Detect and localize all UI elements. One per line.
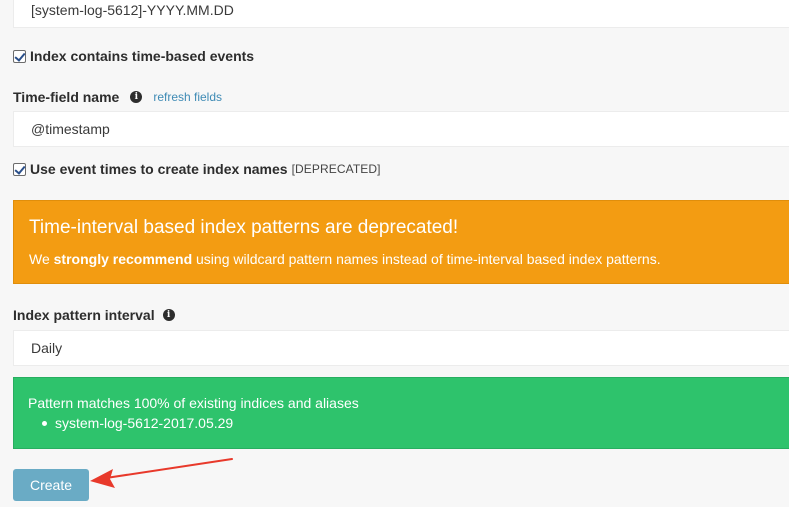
index-pattern-form: [system-log-5612]-YYYY.MM.DD Index conta…	[0, 0, 789, 507]
event-times-row[interactable]: Use event times to create index names [D…	[13, 161, 381, 177]
time-field-label: Time-field name	[13, 89, 120, 105]
time-based-events-label: Index contains time-based events	[30, 48, 255, 64]
info-circle-icon[interactable]: i	[162, 309, 175, 321]
time-field-label-row: Time-field name i refresh fields	[13, 89, 222, 105]
time-field-select[interactable]: @timestamp	[13, 111, 789, 147]
interval-label-row: Index pattern interval i	[13, 307, 175, 323]
pattern-match-result: Pattern matches 100% of existing indices…	[13, 377, 789, 449]
info-circle-icon[interactable]: i	[130, 91, 143, 103]
warning-title: Time-interval based index patterns are d…	[29, 217, 459, 238]
matched-index-item: system-log-5612-2017.05.29	[42, 414, 775, 432]
time-field-value: @timestamp	[31, 121, 110, 137]
interval-label: Index pattern interval	[13, 307, 155, 323]
deprecation-warning: Time-interval based index patterns are d…	[13, 200, 789, 284]
time-based-events-checkbox[interactable]	[13, 49, 26, 63]
warning-body: We strongly recommend using wildcard pat…	[29, 250, 774, 268]
time-based-events-row[interactable]: Index contains time-based events	[13, 48, 254, 64]
interval-select[interactable]: Daily	[13, 330, 789, 366]
match-message: Pattern matches 100% of existing indices…	[28, 395, 359, 411]
index-pattern-input[interactable]: [system-log-5612]-YYYY.MM.DD	[13, 0, 789, 28]
interval-value: Daily	[31, 340, 63, 356]
warning-body-suffix: using wildcard pattern names instead of …	[192, 251, 661, 267]
refresh-fields-link[interactable]: refresh fields	[153, 90, 222, 104]
create-button[interactable]: Create	[13, 469, 89, 501]
event-times-label: Use event times to create index names	[30, 161, 288, 177]
deprecated-tag: [DEPRECATED]	[291, 162, 381, 176]
warning-body-prefix: We	[29, 251, 54, 267]
warning-body-strong: strongly recommend	[53, 251, 193, 267]
event-times-checkbox[interactable]	[13, 162, 26, 176]
index-pattern-value: [system-log-5612]-YYYY.MM.DD	[31, 2, 234, 18]
matched-indices-list: system-log-5612-2017.05.29	[28, 414, 775, 432]
